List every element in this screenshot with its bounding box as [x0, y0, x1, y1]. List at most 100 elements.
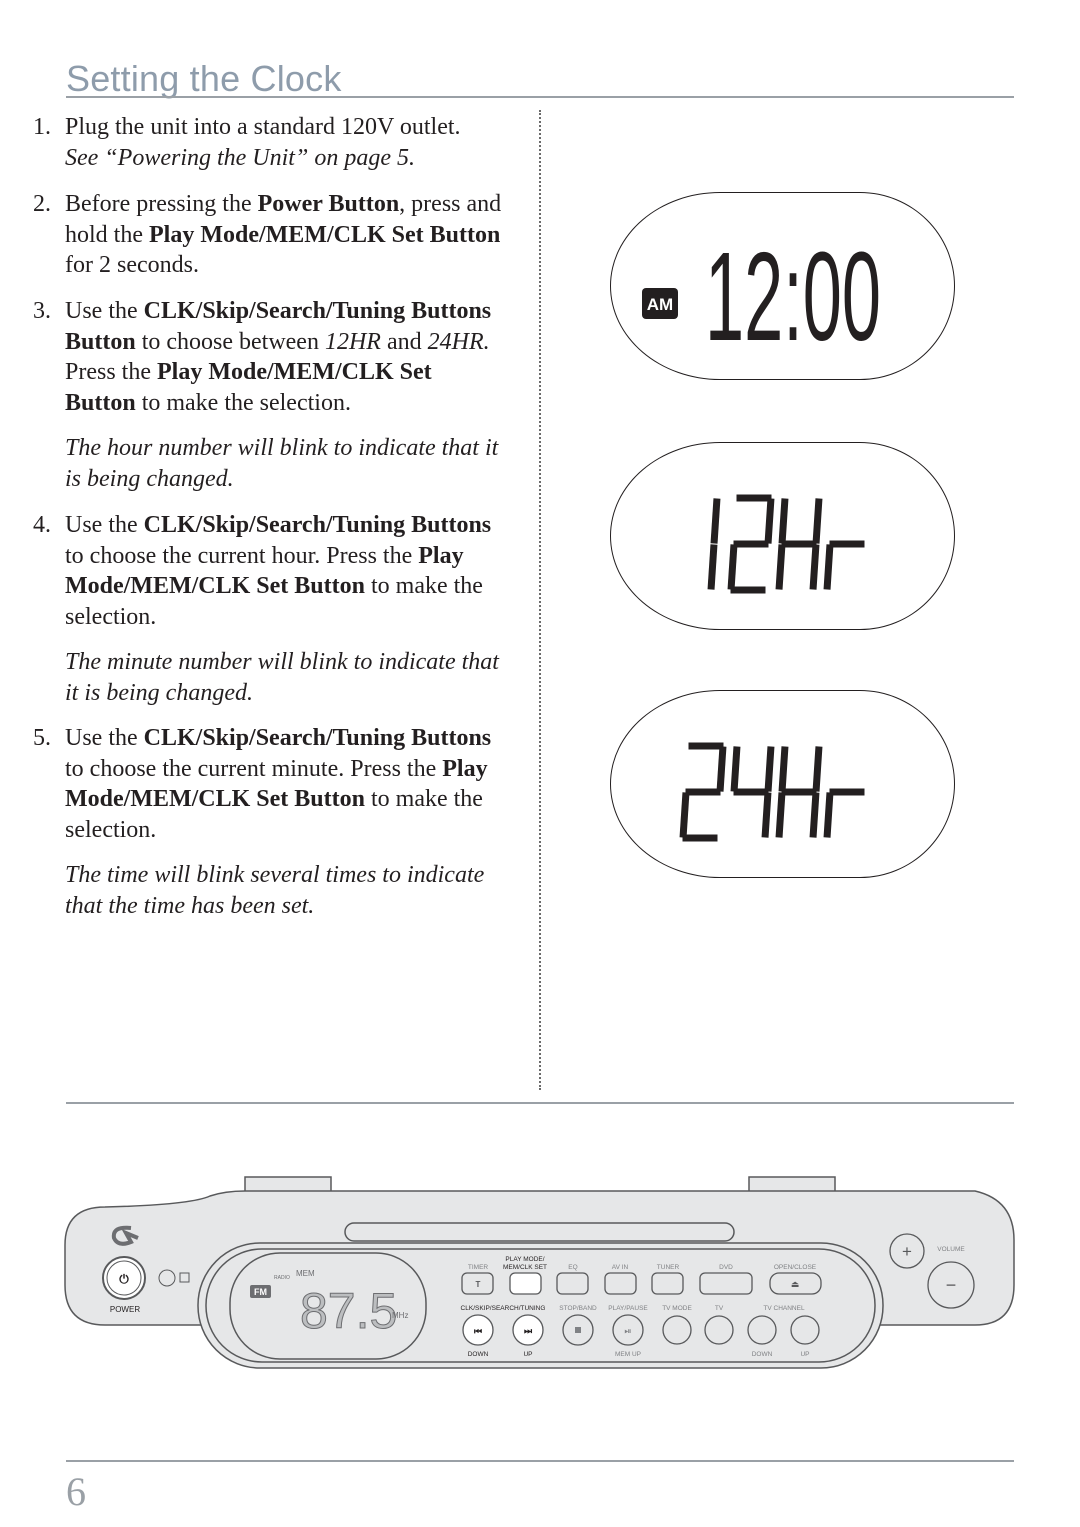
text: to choose the current minute. Press the	[65, 755, 443, 782]
device-illustration: ⏻ POWER FM RADIO MEM 87.5 MHz TIMER PLAY…	[64, 1176, 1015, 1369]
text: Use the	[65, 298, 144, 324]
text-line: Use the CLK/Skip/Search/Tuning Buttons	[33, 723, 533, 754]
text-line: Mode/MEM/CLK Set Button to make the	[33, 784, 533, 815]
text: to choose the current hour. Press the	[65, 542, 419, 569]
text: selection.	[65, 603, 157, 630]
italic-text: The minute number will blink to indicate…	[65, 649, 499, 675]
text: Use the	[65, 725, 144, 751]
step-number: 5.	[33, 725, 51, 751]
italic-text: it is being changed.	[65, 679, 253, 706]
bold-text: Button	[65, 328, 136, 355]
text-line: The hour number will blink to indicate t…	[33, 433, 533, 464]
instruction-step: 2. Before pressing the Power Button, pres…	[33, 189, 533, 281]
disc-slot	[344, 1222, 735, 1242]
step-number: 1.	[33, 114, 51, 140]
lcd-digit-2	[679, 742, 727, 842]
text-line: selection.	[33, 815, 533, 846]
bold-text: Play	[442, 755, 488, 782]
svg-text:EQ: EQ	[568, 1264, 577, 1271]
tv-channel-down-button	[747, 1315, 777, 1345]
instruction-note: The time will blink several times to ind…	[33, 860, 533, 921]
bold-text: Mode/MEM/CLK Set Button	[65, 573, 365, 600]
bold-text: Mode/MEM/CLK Set Button	[65, 786, 365, 813]
bold-text: Play	[418, 542, 464, 569]
am-badge-label: AM	[647, 295, 673, 314]
eject-icon: ⏏	[791, 1279, 800, 1289]
power-label: POWER	[110, 1305, 140, 1314]
lcd-display-24hr	[610, 690, 955, 878]
display-digits	[707, 494, 865, 594]
text-line: Mode/MEM/CLK Set Button to make the	[33, 571, 533, 602]
text-line: to choose the current hour. Press the Pl…	[33, 541, 533, 572]
svg-text:FM: FM	[254, 1287, 267, 1297]
text-line: that the time has been set.	[33, 891, 533, 922]
bold-text: Play Mode/MEM/CLK Set	[157, 359, 432, 386]
svg-text:−: −	[946, 1275, 957, 1295]
svg-text:TV CHANNEL: TV CHANNEL	[763, 1305, 805, 1312]
text-line: for 2 seconds.	[33, 250, 533, 281]
svg-text:TV: TV	[715, 1305, 724, 1312]
svg-text:PLAY MODE/: PLAY MODE/	[505, 1256, 544, 1263]
instruction-step: 1. Plug the unit into a standard 120V out…	[33, 112, 533, 173]
ir-sensor	[158, 1269, 176, 1287]
svg-text:DOWN: DOWN	[752, 1351, 773, 1358]
text: to choose between	[135, 328, 325, 355]
tuner-button	[651, 1272, 684, 1295]
svg-text:TV MODE: TV MODE	[662, 1305, 692, 1312]
text: selection.	[65, 816, 157, 843]
text-line: Use the CLK/Skip/Search/Tuning Buttons	[33, 510, 533, 541]
dvd-button	[699, 1272, 753, 1295]
italic-text: See “Powering the Unit” on page 5.	[65, 144, 415, 171]
bold-text: Button	[65, 389, 136, 416]
svg-text:OPEN/CLOSE: OPEN/CLOSE	[774, 1264, 817, 1271]
italic-text: 24HR.	[427, 328, 490, 355]
text: Before pressing the	[65, 191, 258, 217]
svg-text:MEM UP: MEM UP	[615, 1351, 641, 1358]
svg-text:T: T	[476, 1280, 481, 1289]
text: Use the	[65, 512, 144, 538]
svg-text:AV IN: AV IN	[612, 1264, 629, 1271]
text-line: selection.	[33, 602, 533, 633]
lcd-display-12-00: AM 12:00	[610, 192, 955, 380]
title-rule	[66, 96, 1014, 98]
italic-text: is being changed.	[65, 465, 234, 492]
instruction-note: The minute number will blink to indicate…	[33, 647, 533, 708]
step-number: 2.	[33, 191, 51, 217]
svg-text:STOP/BAND: STOP/BAND	[559, 1305, 597, 1312]
italic-text: The hour number will blink to indicate t…	[65, 435, 499, 461]
bold-text: CLK/Skip/Search/Tuning Buttons	[143, 512, 492, 538]
bold-text: CLK/Skip/Search/Tuning Buttons	[143, 298, 492, 324]
lcd-digit-1	[707, 498, 721, 590]
text-line: it is being changed.	[33, 678, 533, 709]
lcd-time-readout: 12:00	[705, 226, 881, 367]
svg-text:CLK/SKIP/SEARCH/TUNING: CLK/SKIP/SEARCH/TUNING	[461, 1305, 546, 1312]
play-mode-mem-clk-set-button	[509, 1272, 542, 1295]
play-pause-icon: ⏯	[624, 1326, 631, 1336]
lcd-digit-r	[823, 540, 865, 590]
text-line: The minute number will blink to indicate…	[33, 647, 533, 678]
column-divider	[539, 110, 541, 1090]
tv-button	[704, 1315, 734, 1345]
svg-text:MEM/CLK SET: MEM/CLK SET	[503, 1264, 547, 1271]
text-line: to choose the current minute. Press the …	[33, 754, 533, 785]
text-line: Press the Play Mode/MEM/CLK Set	[33, 357, 533, 388]
instruction-step: 3. Use the CLK/Skip/Search/Tuning Buttons…	[33, 296, 533, 418]
svg-text:DVD: DVD	[719, 1264, 733, 1271]
text-line: Plug the unit into a standard 120V outle…	[33, 112, 533, 143]
instruction-note: The hour number will blink to indicate t…	[33, 433, 533, 494]
display-digits: AM 12:00	[642, 226, 881, 367]
mem-label: MEM	[296, 1269, 315, 1278]
bold-text: Play Mode/MEM/CLK Set Button	[149, 221, 501, 248]
lcd-digit-4	[730, 746, 775, 838]
svg-text:UP: UP	[523, 1351, 532, 1358]
frequency-unit: MHz	[392, 1311, 408, 1320]
bold-text: Power Button	[257, 191, 400, 217]
text-line: Button to choose between 12HR and 24HR.	[33, 327, 533, 358]
svg-text:+: +	[902, 1242, 912, 1261]
tv-mode-button	[662, 1315, 692, 1345]
text-line: Before pressing the Power Button, press …	[33, 189, 533, 220]
text: to make the selection.	[135, 389, 351, 416]
lcd-digit-2	[727, 494, 775, 594]
display-digits	[679, 742, 865, 842]
text: and	[380, 328, 428, 355]
